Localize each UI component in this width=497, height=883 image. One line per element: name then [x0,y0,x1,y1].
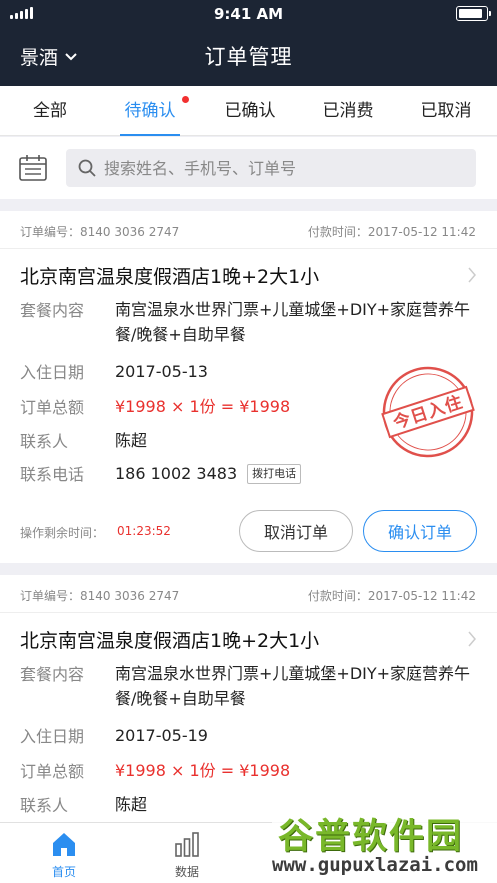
divider [0,248,497,249]
checkin-today-stamp: 今日入住 [381,366,475,458]
tab-all[interactable]: 全部 [20,86,80,136]
home-icon [53,833,75,856]
stamp-text: 今日入住 [391,391,466,433]
hotel-title[interactable]: 北京南宫温泉度假酒店1晚+2大1小 [20,262,319,289]
checkin-label: 入住日期 [20,363,85,382]
remaining-timer: 01:23:52 [117,524,171,538]
phone-value: 186 1002 3483 [115,464,238,483]
checkin-label: 入住日期 [20,727,85,746]
status-time: 9:41 AM [213,5,284,23]
tab-pending[interactable]: 待确认 [120,86,189,136]
contact-label: 联系人 [20,796,69,815]
battery-icon [456,6,491,21]
tab-confirmed[interactable]: 已确认 [220,86,280,136]
call-button[interactable]: 拨打电话 [247,464,302,484]
remaining-time-label: 操作剩余时间： [20,526,105,540]
total-label: 订单总额 [20,762,85,781]
checkin-value: 2017-05-19 [115,726,208,745]
search-box[interactable] [66,149,476,187]
search-bar [0,137,497,199]
nav-data-label: 数据 [174,865,199,879]
nav-home-label: 首页 [51,865,76,879]
chevron-right-icon[interactable] [467,267,477,283]
phone-label: 联系电话 [20,465,85,484]
package-label: 套餐内容 [20,301,85,320]
page-title: 订单管理 [204,45,293,69]
search-icon [78,159,96,177]
package-value: 南宫温泉水世界门票+儿童城堡+DIY+家庭营养午餐/晚餐+自助早餐 [115,300,471,344]
site-watermark: 谷普软件园 www.gupuxlazai.com [272,806,497,883]
watermark-url: www.gupuxlazai.com [272,854,478,876]
contact-label: 联系人 [20,432,69,451]
divider [0,612,497,613]
order-number: 订单编号：8140 3036 2747 [20,589,180,603]
hotel-title[interactable]: 北京南宫温泉度假酒店1晚+2大1小 [20,626,319,653]
search-input[interactable] [104,158,454,178]
package-value: 南宫温泉水世界门票+儿童城堡+DIY+家庭营养午餐/晚餐+自助早餐 [115,664,471,708]
nav-data[interactable]: 数据 [142,823,232,883]
status-bar: 9:41 AM [0,0,497,28]
package-label: 套餐内容 [20,665,85,684]
payment-time: 付款时间：2017-05-12 11:42 [307,225,476,239]
total-value: ¥1998 × 1份 = ¥1998 [115,761,291,780]
order-tabs: 全部 待确认 已确认 已消费 已取消 [0,86,497,136]
order-number: 订单编号：8140 3036 2747 [20,225,180,239]
bar-chart-icon [175,832,199,857]
top-bar: 9:41 AM 景酒 订单管理 [0,0,497,86]
order-card: 订单编号：8140 3036 2747 付款时间：2017-05-12 11:4… [0,575,497,825]
active-tab-indicator [120,134,180,136]
cancel-order-button[interactable]: 取消订单 [239,510,353,552]
new-badge [182,96,189,103]
chevron-right-icon[interactable] [467,631,477,647]
confirm-order-button[interactable]: 确认订单 [363,510,477,552]
watermark-title: 谷普软件园 [278,817,464,857]
nav-home[interactable]: 首页 [19,823,109,883]
tab-cancelled[interactable]: 已取消 [416,86,476,136]
tab-consumed[interactable]: 已消费 [318,86,378,136]
total-label: 订单总额 [20,398,85,417]
calendar-icon[interactable] [18,154,48,182]
payment-time: 付款时间：2017-05-12 11:42 [307,589,476,603]
